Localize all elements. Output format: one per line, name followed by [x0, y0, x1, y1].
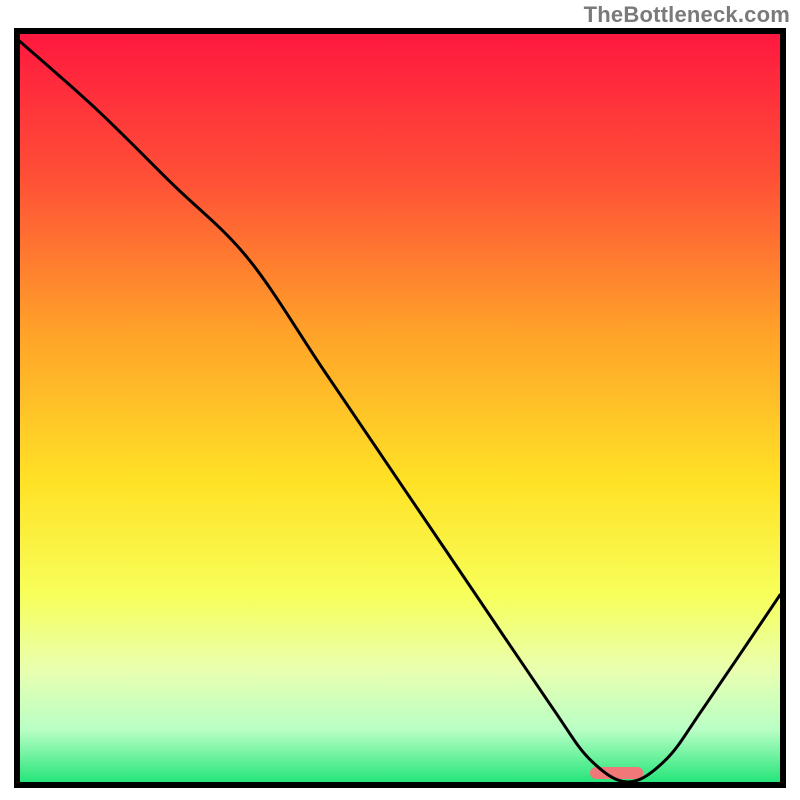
- chart-wrapper: TheBottleneck.com: [0, 0, 800, 800]
- chart-plot-area: [14, 28, 786, 788]
- watermark-label: TheBottleneck.com: [584, 2, 790, 28]
- chart-svg: [20, 34, 780, 782]
